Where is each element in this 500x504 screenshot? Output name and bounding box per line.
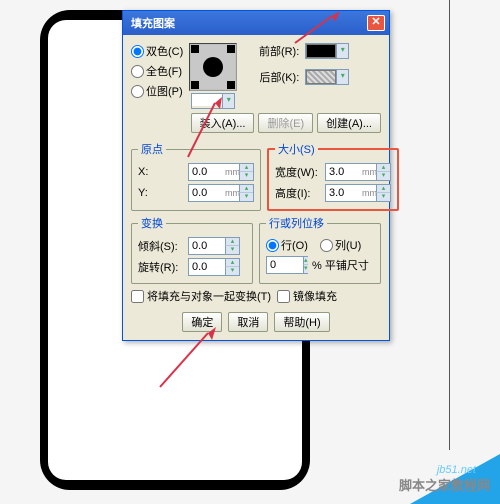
offset-input[interactable]: 0▴▾ (266, 256, 308, 274)
origin-group: 原点 X:0.0mm▴▾ Y:0.0mm▴▾ (131, 141, 261, 211)
width-input[interactable]: 3.0mm▴▾ (325, 163, 391, 181)
transform-group: 变换 倾斜(S):0.0▴▾ 旋转(R):0.0▴▾ (131, 215, 253, 284)
radio-full-color[interactable]: 全色(F) (131, 63, 183, 79)
delete-button: 删除(E) (258, 113, 313, 133)
radio-col[interactable]: 列(U) (320, 237, 366, 253)
pattern-preview[interactable] (189, 43, 237, 91)
size-group: 大小(S) 宽度(W):3.0mm▴▾ 高度(I):3.0mm▴▾ (267, 141, 399, 211)
origin-y-input[interactable]: 0.0mm▴▾ (188, 184, 254, 202)
back-label: 后部(K): (247, 69, 299, 85)
origin-x-input[interactable]: 0.0mm▴▾ (188, 163, 254, 181)
dialog-title: 填充图案 (131, 15, 367, 31)
create-button[interactable]: 创建(A)... (317, 113, 381, 133)
titlebar[interactable]: 填充图案 ✕ (123, 11, 389, 35)
radio-bitmap[interactable]: 位图(P) (131, 83, 183, 99)
guide-line (449, 0, 450, 450)
rotate-input[interactable]: 0.0▴▾ (188, 258, 240, 276)
color-mode-group: 双色(C) 全色(F) 位图(P) (131, 43, 183, 99)
offset-group: 行或列位移 行(O) 列(U) 0▴▾% 平铺尺寸 (259, 215, 381, 284)
ok-button[interactable]: 确定 (182, 312, 222, 332)
close-button[interactable]: ✕ (367, 15, 385, 31)
height-input[interactable]: 3.0mm▴▾ (325, 184, 391, 202)
front-color-picker[interactable]: ▾ (305, 43, 349, 59)
radio-dual-color[interactable]: 双色(C) (131, 43, 183, 59)
check-transform-with-object[interactable]: 将填充与对象一起变换(T) (131, 288, 271, 304)
watermark-text: 脚本之家教程网 (399, 475, 490, 494)
cancel-button[interactable]: 取消 (228, 312, 268, 332)
help-button[interactable]: 帮助(H) (274, 312, 329, 332)
pattern-dropdown[interactable]: ▾ (222, 94, 234, 108)
radio-row[interactable]: 行(O) (266, 237, 312, 253)
front-label: 前部(R): (247, 43, 299, 59)
fill-pattern-dialog: 填充图案 ✕ 双色(C) 全色(F) 位图(P) ▾ 前部(R): ▾ 后部(K)… (122, 10, 390, 341)
skew-input[interactable]: 0.0▴▾ (188, 237, 240, 255)
check-mirror-fill[interactable]: 镜像填充 (277, 288, 337, 304)
load-button[interactable]: 装入(A)... (191, 113, 255, 133)
back-color-picker[interactable]: ▾ (305, 69, 349, 85)
